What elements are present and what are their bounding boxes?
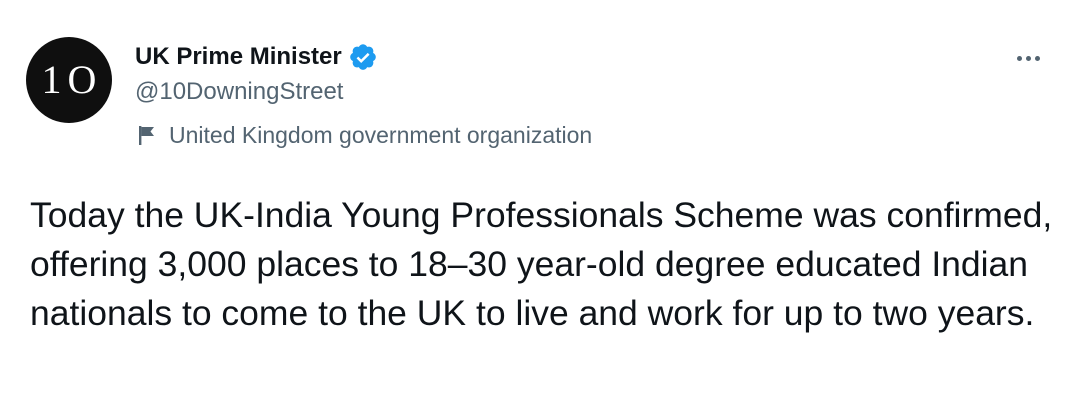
author-display-name[interactable]: UK Prime Minister (135, 43, 342, 71)
affiliation-label-text[interactable]: United Kingdom government organization (169, 122, 592, 149)
verified-badge-icon[interactable] (348, 42, 378, 72)
author-avatar[interactable]: 1O (26, 37, 112, 123)
affiliation-label: United Kingdom government organization (137, 120, 592, 150)
more-options-button[interactable] (1004, 40, 1052, 76)
avatar-logo-text: 1O (41, 57, 103, 102)
author-name-row: UK Prime Minister (135, 40, 378, 74)
more-options-icon (1016, 55, 1040, 61)
flag-icon (139, 126, 154, 145)
author-handle[interactable]: @10DowningStreet (135, 78, 343, 106)
tweet-text: Today the UK-India Young Professionals S… (30, 195, 1053, 333)
tweet-card: 1O UK Prime Minister @10DowningStreet Un… (0, 0, 1080, 409)
